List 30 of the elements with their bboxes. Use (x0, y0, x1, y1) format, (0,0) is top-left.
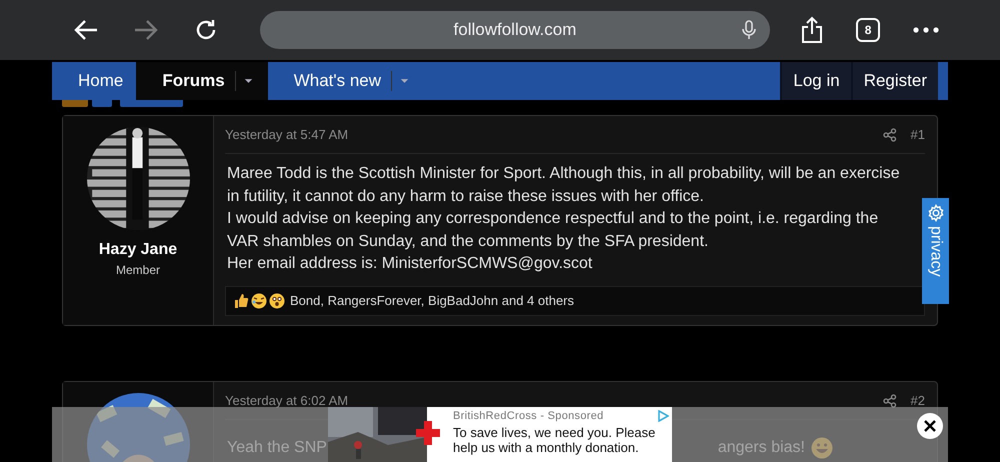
post-time[interactable]: Yesterday at 5:47 AM (225, 127, 348, 142)
caret-icon[interactable] (234, 71, 255, 91)
account-link[interactable]: Register (850, 62, 938, 100)
post-text: Maree Todd is the Scottish Minister for Sport. Although this, in all probability, will be an exercise in futility, it cannot do any harm to raise these issues with her office. (227, 164, 901, 206)
ad-card[interactable]: BritishRedCross - Sponsored To save lives, we need you. Please help us with a monthly donation. (328, 407, 672, 462)
thumbs-up-icon (233, 292, 249, 308)
post-text: Her email address is: MinisterforSCMWS@gov.scot (227, 254, 594, 274)
laughing-face-icon (251, 292, 267, 308)
nav-tab[interactable]: Forums (136, 62, 268, 100)
url-text: followfollow.com (454, 20, 576, 40)
post-text: I would advise on keeping any correspondence respectful and to the point, i.e. regarding the VAR shambles on Sunday, and the comments by the SFA president. (227, 209, 880, 252)
author-name[interactable]: Hazy Jane (98, 241, 178, 259)
address-bar[interactable]: followfollow.com (260, 11, 770, 49)
post-number[interactable]: #1 (910, 127, 925, 142)
post-text: Yeah the SNP (227, 438, 327, 458)
privacy-tab[interactable]: privacy (922, 198, 949, 304)
microphone-icon[interactable] (742, 20, 756, 40)
ad-text[interactable]: To save lives, we need you. Please help us with a monthly donation. (453, 425, 663, 455)
settings-icon (926, 204, 944, 222)
ad-sponsor: BritishRedCross - Sponsored (453, 410, 604, 422)
close-icon (924, 420, 936, 432)
tab-count[interactable]: 8 (856, 18, 880, 42)
post-number[interactable]: #2 (910, 393, 925, 408)
surprised-face-icon (269, 292, 285, 308)
post-time[interactable]: Yesterday at 6:02 AM (225, 393, 348, 408)
cross-icon (416, 421, 440, 445)
user-role: Member (116, 263, 160, 277)
account-link[interactable]: Log in (780, 62, 851, 100)
reaction-names[interactable]: Bond, RangersForever, BigBadJohn and 4 others (290, 293, 574, 308)
post-text: angers bias! (718, 438, 805, 458)
